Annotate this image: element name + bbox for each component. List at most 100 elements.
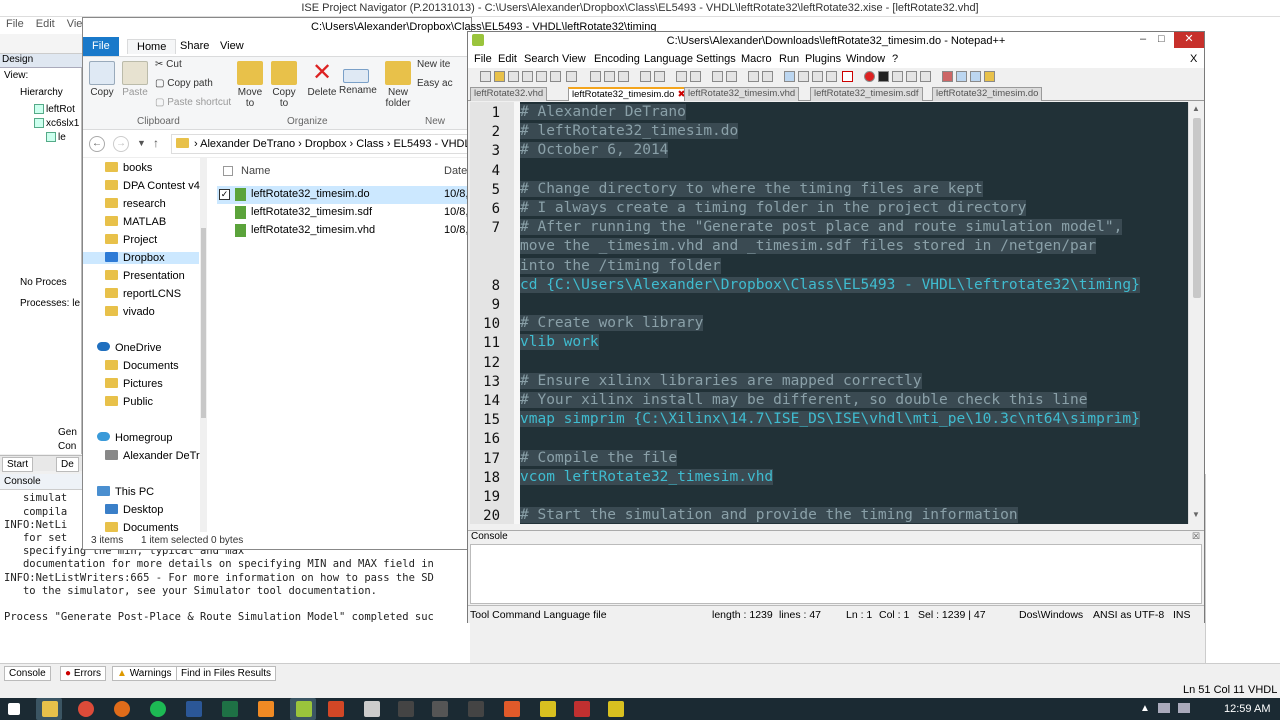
chrome-icon[interactable] (78, 701, 94, 717)
new-folder-button[interactable]: New folder (383, 61, 413, 109)
start-windows-icon[interactable] (8, 703, 20, 715)
close-all-icon[interactable] (550, 71, 561, 82)
show-all-chars-icon[interactable] (784, 71, 795, 82)
zoom-out-icon[interactable] (726, 71, 737, 82)
ise-menu-file[interactable]: File (0, 17, 30, 31)
save-macro-icon[interactable] (920, 71, 931, 82)
nav-item-pictures[interactable]: Pictures (105, 378, 163, 390)
nav-item-homegroup[interactable]: Homegroup (97, 432, 172, 444)
menu-settings[interactable]: Settings (696, 53, 736, 65)
plugin-icon[interactable] (970, 71, 981, 82)
menu-language[interactable]: Language (644, 53, 693, 65)
hierarchy-item-project[interactable]: leftRot (34, 104, 75, 115)
app-icon[interactable] (504, 701, 520, 717)
nav-item-this-pc[interactable]: This PC (97, 486, 154, 498)
ribbon-tab-view[interactable]: View (211, 39, 253, 53)
nav-item-research[interactable]: research (105, 198, 166, 210)
ise-menu-edit[interactable]: Edit (30, 17, 61, 31)
menu-view[interactable]: View (562, 53, 586, 65)
open-file-icon[interactable] (494, 71, 505, 82)
new-item-button[interactable]: New ite (417, 59, 450, 70)
nav-item-desktop[interactable]: Desktop (105, 504, 163, 516)
network-icon[interactable] (1158, 703, 1170, 713)
nav-item-project[interactable]: Project (105, 234, 157, 246)
up-button[interactable]: ↑ (153, 136, 159, 150)
app-icon[interactable] (398, 701, 414, 717)
tab-timesim-do-second[interactable]: leftRotate32_timesim.do (932, 87, 1043, 101)
menu-window[interactable]: Window (846, 53, 885, 65)
record-macro-icon[interactable] (864, 71, 875, 82)
rename-button[interactable]: Rename (339, 61, 377, 96)
npp-console-output[interactable] (470, 544, 1202, 604)
paste-shortcut-button[interactable]: ▢ Paste shortcut (155, 97, 231, 108)
plugin-icon[interactable] (984, 71, 995, 82)
nav-item-documents[interactable]: Documents (105, 360, 179, 372)
nav-item-vivado[interactable]: vivado (105, 306, 155, 318)
copy-icon[interactable] (604, 71, 615, 82)
sync-scroll-icon[interactable] (748, 71, 759, 82)
nav-item-onedrive[interactable]: OneDrive (97, 342, 161, 354)
xilinx-icon[interactable] (432, 701, 448, 717)
close-button[interactable]: ✕ (1174, 32, 1204, 48)
notepad-plus-plus-icon[interactable] (296, 701, 312, 717)
nav-item-reportlcns[interactable]: reportLCNS (105, 288, 181, 300)
zoom-in-icon[interactable] (712, 71, 723, 82)
plugin-icon[interactable] (942, 71, 953, 82)
play-macro-icon[interactable] (892, 71, 903, 82)
menu-run[interactable]: Run (779, 53, 799, 65)
doc-map-icon[interactable] (812, 71, 823, 82)
process-gen[interactable]: Gen (58, 427, 77, 438)
tray-arrow-icon[interactable]: ▲ (1140, 703, 1150, 714)
tab-errors[interactable]: ● Errors (60, 666, 107, 681)
hierarchy-item-device[interactable]: xc6slx1 (34, 118, 79, 129)
nav-item-dropbox[interactable]: Dropbox (83, 252, 199, 264)
checkbox-checked-icon[interactable]: ✓ (219, 189, 230, 200)
play-multiple-icon[interactable] (906, 71, 917, 82)
copy-button[interactable]: Copy (87, 61, 117, 98)
nav-item-matlab[interactable]: MATLAB (105, 216, 166, 228)
copy-path-button[interactable]: ▢ Copy path (155, 78, 213, 89)
tab-timesim-vhd[interactable]: leftRotate32_timesim.vhd (684, 87, 800, 101)
tab-console[interactable]: Console (4, 666, 51, 681)
paste-button[interactable]: Paste (119, 61, 151, 98)
select-all-checkbox[interactable] (223, 166, 233, 176)
file-row[interactable]: leftRotate32_timesim.vhd 10/8, (217, 222, 468, 240)
filezilla-icon[interactable] (574, 701, 590, 717)
tab-timesim-sdf[interactable]: leftRotate32_timesim.sdf (810, 87, 923, 101)
save-icon[interactable] (508, 71, 519, 82)
start-tab[interactable]: Start (2, 457, 34, 472)
stop-macro-icon[interactable] (878, 71, 889, 82)
function-list-icon[interactable] (826, 71, 837, 82)
vlc-icon[interactable] (258, 701, 274, 717)
terminal-icon[interactable] (364, 701, 380, 717)
design-tab[interactable]: De (56, 457, 79, 472)
close-file-icon[interactable] (536, 71, 547, 82)
nav-item-user[interactable]: Alexander DeTrar (105, 450, 209, 462)
spotify-icon[interactable] (150, 701, 166, 717)
ribbon-tab-home[interactable]: Home (127, 39, 177, 54)
minimize-button[interactable]: – (1140, 33, 1146, 45)
code-editor[interactable]: 1 2 3 4 5 6 7 8 9 10 11 12 13 14 15 16 17 18 19 20 # Alexan… (470, 102, 1188, 524)
copy-to-button[interactable]: Copy to (269, 61, 299, 109)
paste-icon[interactable] (618, 71, 629, 82)
cut-button[interactable]: ✂ Cut (155, 59, 182, 70)
menu-file[interactable]: File (474, 53, 492, 65)
tab-timesim-do-active[interactable]: leftRotate32_timesim.do ✖ (568, 87, 690, 101)
breadcrumb-item[interactable]: EL5493 - VHDL (394, 138, 470, 150)
nav-item-dpa-contest[interactable]: DPA Contest v4 (105, 180, 200, 192)
ise-icon[interactable] (540, 701, 556, 717)
firefox-icon[interactable] (114, 701, 130, 717)
battery-icon[interactable] (1178, 703, 1190, 713)
tab-leftrotate32-vhd[interactable]: leftRotate32.vhd (470, 87, 548, 101)
file-explorer-icon[interactable] (42, 701, 58, 717)
maximize-button[interactable]: □ (1158, 33, 1165, 45)
excel-icon[interactable] (222, 701, 238, 717)
nav-item-presentation[interactable]: Presentation (105, 270, 185, 282)
scroll-thumb[interactable] (1193, 118, 1201, 298)
redo-icon[interactable] (654, 71, 665, 82)
easy-access-button[interactable]: Easy ac (417, 78, 453, 89)
new-file-icon[interactable] (480, 71, 491, 82)
editor-vertical-scrollbar[interactable]: ▲ ▼ (1188, 102, 1204, 524)
menu-search[interactable]: Search (524, 53, 559, 65)
column-header-date[interactable]: Date (444, 165, 467, 177)
